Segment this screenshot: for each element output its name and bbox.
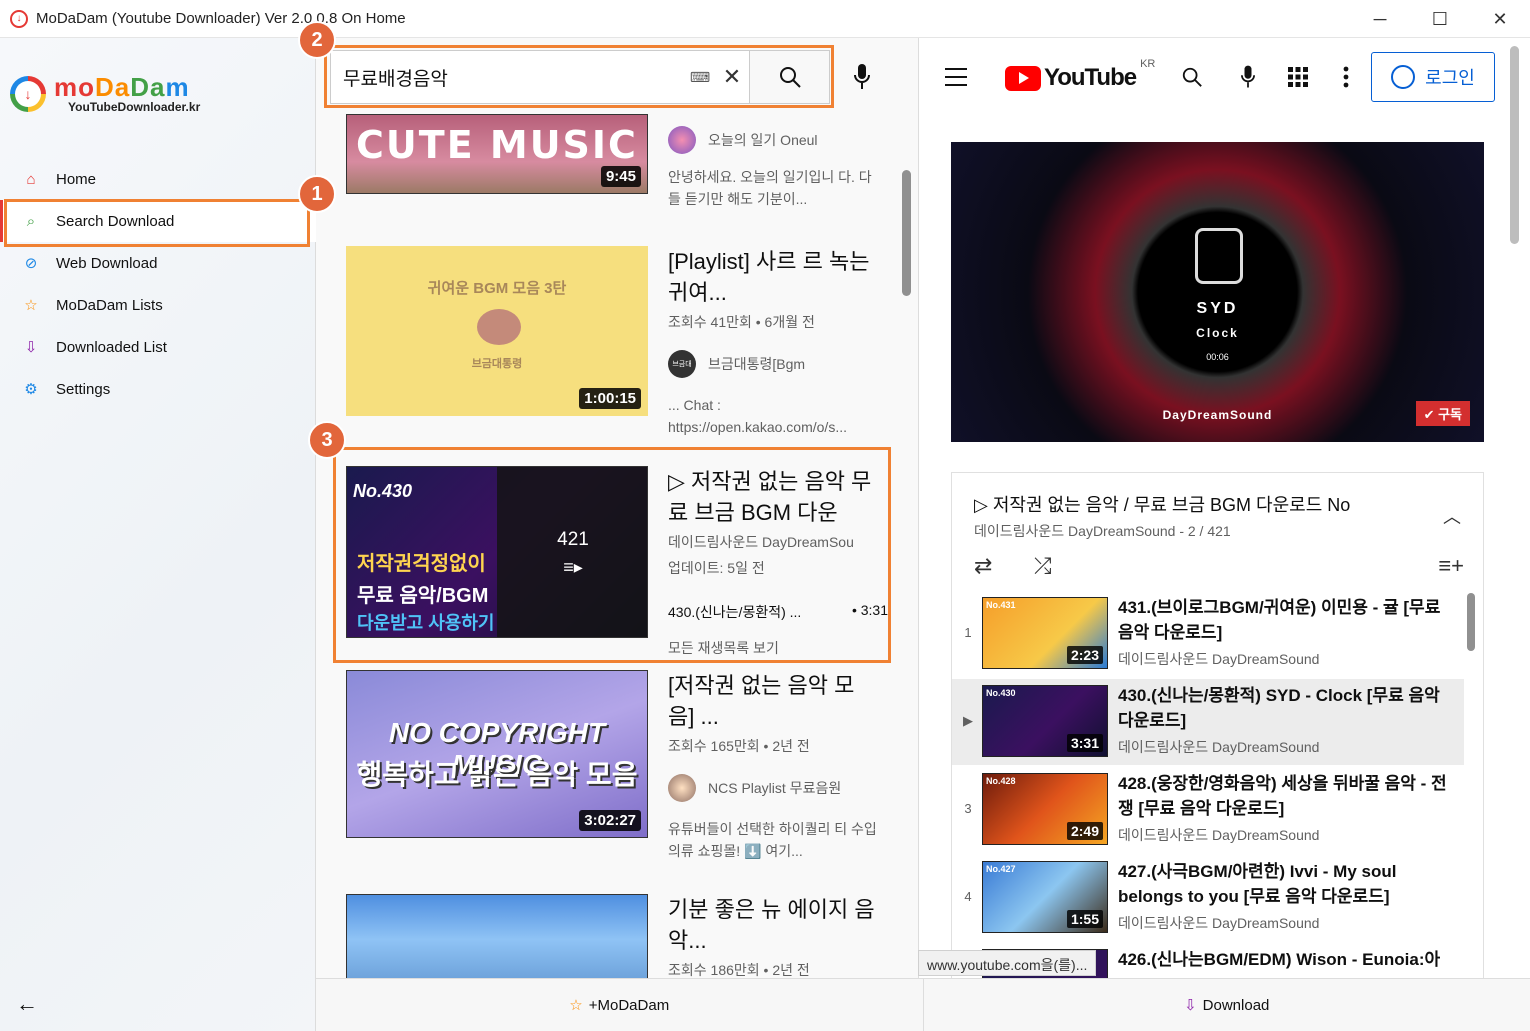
app-icon: ↓ [10,9,28,28]
sidebar-item-label: Web Download [56,254,158,272]
microphone-icon[interactable] [850,62,874,92]
sidebar-item-label: Home [56,170,97,188]
logo-subtitle: YouTubeDownloader.kr [68,100,201,114]
add-to-queue-icon[interactable]: ≡+ [1438,553,1464,579]
sidebar-nav: ⌂ Home ⌕ Search Download ⊘ Web Download … [0,158,316,410]
list-item[interactable]: 기분 좋은 뉴 에이지 음악... 조회수 186만회 • 2년 전 [346,894,886,978]
star-icon: ☆ [569,997,583,1014]
video-description: 안녕하세요. 오늘의 일기입니 다. 다들 듣기만 해도 기분이... [668,169,872,207]
loop-icon[interactable]: ⇄ [974,553,992,579]
playlist-item-current[interactable]: ▶ No.430 3:31 430.(신나는/몽환적) SYD - Clock … [952,679,1464,765]
list-item[interactable]: 귀여운 BGM 모음 3탄 브금대통령 1:00:15 [Playlist] 사… [346,246,886,446]
avatar [668,126,696,154]
menu-icon[interactable] [945,68,967,92]
video-description: ... Chat : https://open.kakao.com/o/s... [668,397,847,435]
modadam-logo: ↓ moDaDam YouTubeDownloader.kr [10,74,200,114]
playlist-panel: ▷ 저작권 없는 음악 / 무료 브금 BGM 다운로드 No 데이드림사운드 … [951,472,1484,978]
download-button[interactable]: ⇩ Download [922,979,1530,1031]
avatar: 브금대 [668,350,696,378]
youtube-play-icon [1005,65,1041,91]
sidebar-item-modadam-lists[interactable]: ☆ MoDaDam Lists [0,284,316,326]
callout-box-3 [333,447,891,663]
video-title[interactable]: [Playlist] 사르 르 녹는 귀여... [668,246,878,308]
close-button[interactable]: ✕ [1470,0,1530,38]
sidebar-item-home[interactable]: ⌂ Home [0,158,316,200]
minimize-button[interactable]: ─ [1350,0,1410,38]
video-meta: 조회수 41만회 • 6개월 전 [668,314,815,330]
video-thumbnail[interactable]: 귀여운 BGM 모음 3탄 브금대통령 1:00:15 [346,246,648,416]
account-icon [1391,65,1416,89]
youtube-pane: YouTube KR 로그인 SYD Clock 00:06 DayDreamS… [918,38,1530,978]
gear-icon: ⚙ [24,381,38,398]
search-icon[interactable] [1179,64,1205,90]
playlist-item[interactable]: 3 No.428 2:49 428.(웅장한/영화음악) 세상을 뒤바꿀 음악 … [952,767,1464,853]
shuffle-icon[interactable]: ⤮ [1034,553,1052,579]
playlist-subtitle: 데이드림사운드 DayDreamSound - 2 / 421 [974,523,1231,539]
callout-box-2 [324,45,834,108]
channel-row[interactable]: NCS Playlist 무료음원 [668,774,878,802]
playlist-item-thumbnail: No.430 3:31 [982,685,1108,757]
title-bar: ↓ MoDaDam (Youtube Downloader) Ver 2.0.0… [0,0,1530,38]
video-description: 유튜버들이 선택한 하이퀄리 티 수입의류 쇼핑몰! ⬇️ 여기... [668,821,877,859]
video-thumbnail[interactable]: NO COPYRIGHT MUSIC 행복하고 밝은 음악 모음 3:02:27 [346,670,648,838]
channel-row[interactable]: 오늘의 일기 Oneul [668,126,878,154]
sidebar-item-settings[interactable]: ⚙ Settings [0,368,316,410]
logo-icon: ↓ [10,76,46,112]
download-tray-icon: ⇩ [1184,997,1197,1014]
sidebar-item-web-download[interactable]: ⊘ Web Download [0,242,316,284]
video-thumbnail[interactable] [346,894,648,978]
back-arrow-icon[interactable]: ← [16,991,38,1017]
callout-box-1 [4,199,310,247]
playlist-item-thumbnail: No.428 2:49 [982,773,1108,845]
youtube-scrollbar[interactable] [1510,46,1519,244]
video-player[interactable]: SYD Clock 00:06 DayDreamSound ✔ 구독 [951,142,1484,442]
duration-badge: 9:45 [600,166,641,187]
url-tooltip: www.youtube.com을(를)... [918,950,1097,976]
playlist-item[interactable]: 1 No.431 2:23 431.(브이로그BGM/귀여운) 이민용 - 귤 … [952,591,1464,677]
sidebar-item-label: Downloaded List [56,338,167,356]
duration-badge: 1:00:15 [579,388,641,409]
speaker-icon [1195,228,1243,284]
add-to-modadam-button[interactable]: ☆ +MoDaDam [316,979,923,1031]
list-item[interactable]: NO COPYRIGHT MUSIC 행복하고 밝은 음악 모음 3:02:27… [346,670,886,880]
video-meta: 조회수 165만회 • 2년 전 [668,738,810,754]
maximize-button[interactable]: ☐ [1410,0,1470,38]
chevron-up-icon[interactable]: ︿ [1443,503,1461,529]
more-options-icon[interactable] [1333,64,1359,90]
sidebar-item-downloaded-list[interactable]: ⇩ Downloaded List [0,326,316,368]
video-thumbnail[interactable]: CUTE MUSIC 9:45 [346,114,648,194]
list-item[interactable]: CUTE MUSIC 9:45 오늘의 일기 Oneul 안녕하세요. 오늘의 … [346,114,886,234]
globe-icon: ⊘ [24,255,38,272]
sidebar: ↓ moDaDam YouTubeDownloader.kr ⌂ Home ⌕ … [0,38,316,1031]
star-icon: ☆ [24,297,38,314]
login-button[interactable]: 로그인 [1371,52,1495,102]
callout-badge-3: 3 [308,421,346,459]
apps-grid-icon[interactable] [1285,64,1311,90]
video-meta: 조회수 186만회 • 2년 전 [668,962,810,978]
playlist-item-thumbnail: No.427 1:55 [982,861,1108,933]
playlist-item[interactable]: 4 No.427 1:55 427.(사극BGM/아련한) Ivvi - My … [952,855,1464,941]
bottom-action-bar: ☆ +MoDaDam ⇩ Download [316,978,1530,1031]
microphone-icon[interactable] [1235,64,1261,90]
download-tray-icon: ⇩ [24,339,38,356]
results-scrollbar[interactable] [902,170,911,296]
video-title[interactable]: [저작권 없는 음악 모음] ... [668,670,878,732]
callout-badge-2: 2 [298,21,336,59]
subscribe-button[interactable]: ✔ 구독 [1415,401,1470,426]
playlist-item-thumbnail: No.431 2:23 [982,597,1108,669]
avatar [668,774,696,802]
channel-row[interactable]: 브금대 브금대통령[Bgm [668,350,878,378]
home-icon: ⌂ [26,170,36,188]
youtube-logo[interactable]: YouTube KR [1005,58,1155,92]
callout-badge-1: 1 [298,175,336,213]
video-title[interactable]: 기분 좋은 뉴 에이지 음악... [668,894,878,956]
window-title: MoDaDam (Youtube Downloader) Ver 2.0.0.8… [36,10,406,27]
playlist-title[interactable]: ▷ 저작권 없는 음악 / 무료 브금 BGM 다운로드 No [974,491,1350,517]
sidebar-item-label: MoDaDam Lists [56,296,163,314]
sidebar-item-label: Settings [56,380,111,398]
duration-badge: 3:02:27 [579,810,641,831]
playlist-scrollbar[interactable] [1467,593,1475,651]
bear-icon [477,309,521,345]
